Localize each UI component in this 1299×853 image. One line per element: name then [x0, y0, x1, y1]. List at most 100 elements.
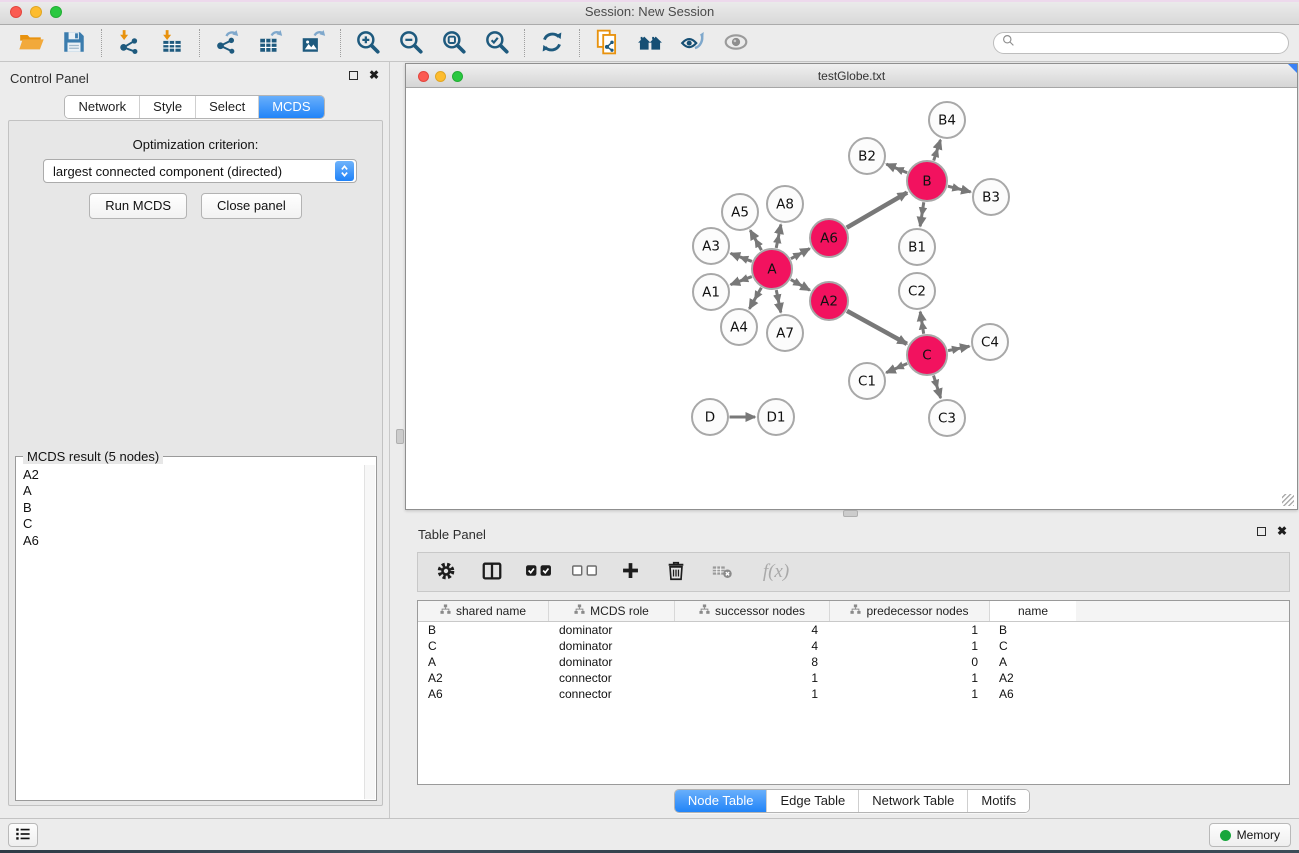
table-cell[interactable]: 1 [830, 622, 990, 638]
edge-A-A7[interactable] [776, 290, 781, 312]
table-cell[interactable]: 1 [675, 670, 830, 686]
table-cell[interactable]: A6 [418, 686, 549, 702]
table-cell[interactable]: 1 [830, 670, 990, 686]
column-header-successor-nodes[interactable]: successor nodes [675, 601, 830, 621]
table-cell[interactable]: connector [549, 686, 675, 702]
network-canvas[interactable]: AA1A3A5A8A4A7A6A2BB1B2B3B4CC1C2C3C4DD1 [406, 88, 1297, 509]
float-panel-icon[interactable] [349, 71, 358, 80]
memory-button[interactable]: Memory [1209, 823, 1291, 847]
column-header-name[interactable]: name [990, 601, 1076, 621]
edge-A-A4[interactable] [749, 288, 761, 309]
zoom-in-button[interactable] [351, 27, 385, 59]
mcds-result-item[interactable]: A2 [23, 467, 364, 483]
export-image-button[interactable] [296, 27, 330, 59]
edge-A-A5[interactable] [750, 230, 761, 250]
select-all-columns-button[interactable] [524, 557, 552, 587]
edge-A-A3[interactable] [731, 253, 752, 261]
column-header-predecessor-nodes[interactable]: predecessor nodes [830, 601, 990, 621]
table-cell[interactable]: C [990, 638, 1076, 654]
table-settings-button[interactable] [432, 557, 460, 587]
table-cell[interactable]: 8 [675, 654, 830, 670]
first-neighbors-button[interactable] [633, 27, 667, 59]
export-table-button[interactable] [253, 27, 287, 59]
tab-select[interactable]: Select [195, 96, 258, 118]
close-table-panel-icon[interactable]: ✖ [1277, 526, 1287, 536]
float-table-panel-icon[interactable] [1257, 527, 1266, 536]
zoom-fit-button[interactable] [437, 27, 471, 59]
edge-B-B3[interactable] [948, 186, 971, 192]
table-cell[interactable]: B [418, 622, 549, 638]
table-row[interactable]: Adominator80A [418, 654, 1289, 670]
mcds-result-item[interactable]: B [23, 500, 364, 516]
mcds-result-item[interactable]: A6 [23, 533, 364, 549]
tab-edge-table[interactable]: Edge Table [766, 790, 858, 812]
edge-A-A6[interactable] [791, 249, 810, 259]
delete-table-button[interactable] [708, 557, 736, 587]
save-session-button[interactable] [57, 27, 91, 59]
criterion-dropdown[interactable]: largest connected component (directed) [43, 159, 357, 183]
network-snapshot-button[interactable] [590, 27, 624, 59]
edge-C-C2[interactable] [920, 312, 923, 334]
column-header-MCDS-role[interactable]: MCDS role [549, 601, 675, 621]
tab-node-table[interactable]: Node Table [675, 790, 767, 812]
birds-eye-view-button[interactable] [719, 27, 753, 59]
close-panel-button[interactable]: Close panel [201, 193, 302, 219]
edge-C-C1[interactable] [886, 364, 907, 373]
show-panels-button[interactable] [8, 823, 38, 847]
window-resize-grip[interactable] [1282, 494, 1294, 506]
edge-C-C3[interactable] [934, 375, 941, 397]
table-row[interactable]: A2connector11A2 [418, 670, 1289, 686]
table-cell[interactable]: 4 [675, 638, 830, 654]
table-row[interactable]: A6connector11A6 [418, 686, 1289, 702]
edge-B-B1[interactable] [920, 202, 924, 226]
table-cell[interactable]: dominator [549, 654, 675, 670]
toggle-detail-button[interactable] [676, 27, 710, 59]
edge-A2-C[interactable] [847, 311, 907, 344]
vertical-split-handle[interactable] [396, 429, 404, 444]
zoom-out-button[interactable] [394, 27, 428, 59]
table-cell[interactable]: connector [549, 670, 675, 686]
edge-A-A2[interactable] [791, 280, 810, 291]
table-cell[interactable]: A2 [418, 670, 549, 686]
table-cell[interactable]: 1 [830, 638, 990, 654]
mcds-result-item[interactable]: C [23, 516, 364, 532]
import-table-button[interactable] [155, 27, 189, 59]
horizontal-split-handle[interactable] [843, 510, 858, 517]
export-network-button[interactable] [210, 27, 244, 59]
table-cell[interactable]: A2 [990, 670, 1076, 686]
tab-style[interactable]: Style [139, 96, 195, 118]
table-cell[interactable]: A [990, 654, 1076, 670]
tab-network-table[interactable]: Network Table [858, 790, 967, 812]
tab-network[interactable]: Network [65, 96, 139, 118]
close-panel-icon[interactable]: ✖ [369, 70, 379, 80]
tab-motifs[interactable]: Motifs [967, 790, 1029, 812]
unselect-all-columns-button[interactable] [570, 557, 598, 587]
function-builder-button[interactable]: f(x) [754, 557, 798, 587]
edge-C-C4[interactable] [948, 346, 969, 350]
table-row[interactable]: Bdominator41B [418, 622, 1289, 638]
table-row[interactable]: Cdominator41C [418, 638, 1289, 654]
search-input[interactable] [1019, 34, 1288, 52]
refresh-layout-button[interactable] [535, 27, 569, 59]
zoom-selected-button[interactable] [480, 27, 514, 59]
table-cell[interactable]: dominator [549, 622, 675, 638]
edge-A6-B[interactable] [847, 193, 907, 228]
column-header-shared-name[interactable]: shared name [418, 601, 549, 621]
edge-B-B2[interactable] [886, 164, 907, 173]
edge-B-B4[interactable] [934, 140, 941, 161]
open-session-button[interactable] [14, 27, 48, 59]
table-cell[interactable]: 0 [830, 654, 990, 670]
table-cell[interactable]: 1 [830, 686, 990, 702]
edge-A-A8[interactable] [776, 225, 781, 248]
table-cell[interactable]: 1 [675, 686, 830, 702]
table-cell[interactable]: B [990, 622, 1076, 638]
mcds-result-item[interactable]: A [23, 483, 364, 499]
edge-A-A1[interactable] [731, 277, 752, 285]
run-mcds-button[interactable]: Run MCDS [89, 193, 187, 219]
table-cell[interactable]: A [418, 654, 549, 670]
table-cell[interactable]: C [418, 638, 549, 654]
tab-mcds[interactable]: MCDS [258, 96, 323, 118]
import-network-button[interactable] [112, 27, 146, 59]
delete-column-button[interactable] [662, 557, 690, 587]
table-cell[interactable]: 4 [675, 622, 830, 638]
